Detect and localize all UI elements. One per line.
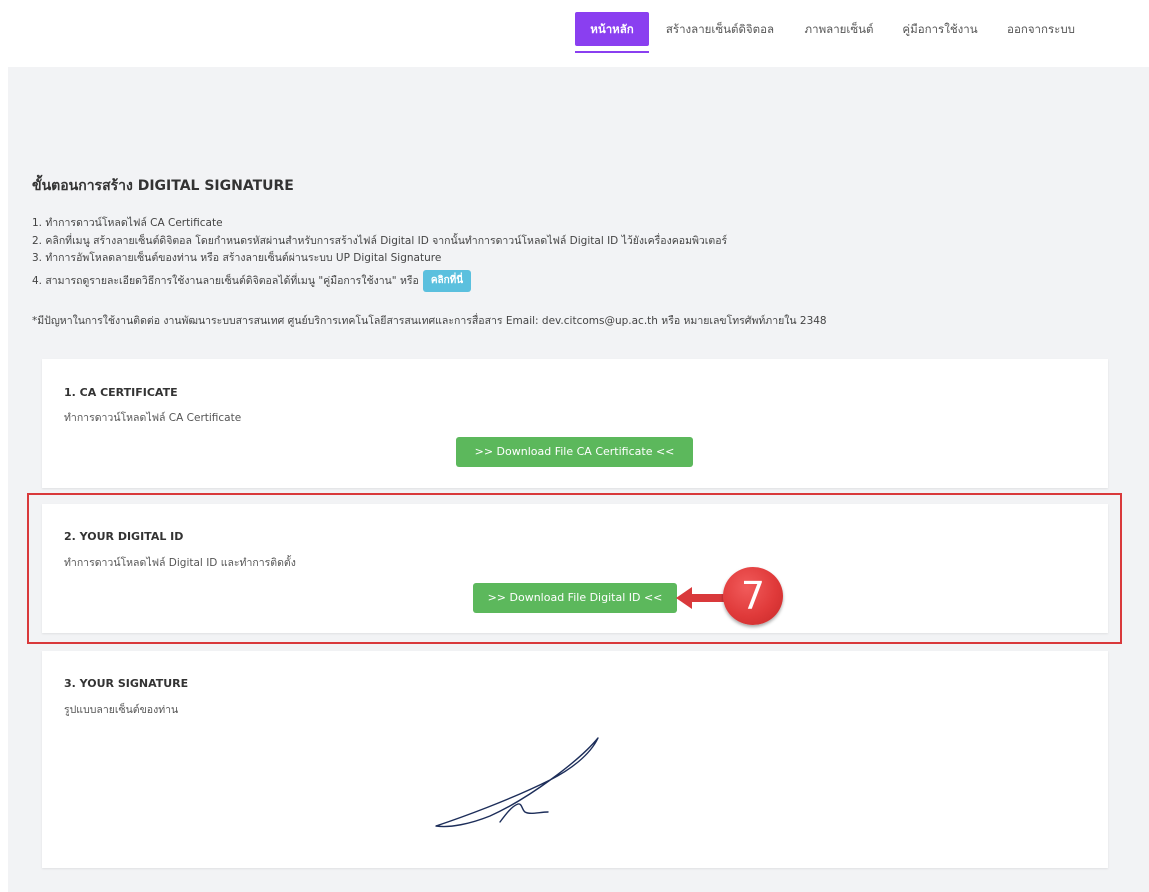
- step-item: 3. ทำการอัพโหลดลายเซ็นต์ของท่าน หรือ สร้…: [32, 252, 442, 264]
- arrow-left-icon: [676, 587, 726, 609]
- nav-create-signature[interactable]: สร้างลายเซ็นต์ดิจิตอล: [660, 12, 780, 46]
- step-item-text: 4. สามารถดูรายละเอียดวิธีการใช้งานลายเซ็…: [32, 274, 419, 287]
- page-title: ขั้นตอนการสร้าง DIGITAL SIGNATURE: [32, 178, 294, 194]
- card-description: ทำการดาวน์โหลดไฟล์ CA Certificate: [64, 412, 242, 424]
- contact-note: *มีปัญหาในการใช้งานติดต่อ งานพัฒนาระบบสา…: [32, 315, 827, 327]
- click-here-button[interactable]: คลิกที่นี่: [422, 269, 472, 292]
- card-title: 3. YOUR SIGNATURE: [64, 677, 189, 690]
- download-ca-certificate-button[interactable]: >> Download File CA Certificate <<: [456, 437, 693, 467]
- nav-active-indicator: [575, 51, 649, 53]
- ca-certificate-card: 1. CA CERTIFICATE ทำการดาวน์โหลดไฟล์ CA …: [42, 359, 1108, 488]
- nav-home[interactable]: หน้าหลัก: [575, 12, 649, 46]
- nav-signature-image[interactable]: ภาพลายเซ็นต์: [798, 12, 880, 46]
- step-item-with-link: 4. สามารถดูรายละเอียดวิธีการใช้งานลายเซ็…: [32, 269, 727, 292]
- card-description: รูปแบบลายเซ็นต์ของท่าน: [64, 704, 179, 716]
- signature-image: [435, 737, 599, 828]
- step-number-badge: 7: [723, 567, 783, 625]
- step-item: 2. คลิกที่เมนู สร้างลายเซ็นต์ดิจิตอล โดย…: [32, 234, 728, 247]
- highlight-annotation-box: [27, 493, 1122, 644]
- card-title: 1. CA CERTIFICATE: [64, 386, 178, 399]
- step-item: 1. ทำการดาวน์โหลดไฟล์ CA Certificate: [32, 217, 223, 229]
- steps-list: 1. ทำการดาวน์โหลดไฟล์ CA Certificate 2. …: [32, 215, 727, 292]
- nav-user-manual[interactable]: คู่มือการใช้งาน: [898, 12, 982, 46]
- nav-logout[interactable]: ออกจากระบบ: [1000, 12, 1082, 46]
- top-navbar: หน้าหลัก สร้างลายเซ็นต์ดิจิตอล ภาพลายเซ็…: [0, 0, 1149, 58]
